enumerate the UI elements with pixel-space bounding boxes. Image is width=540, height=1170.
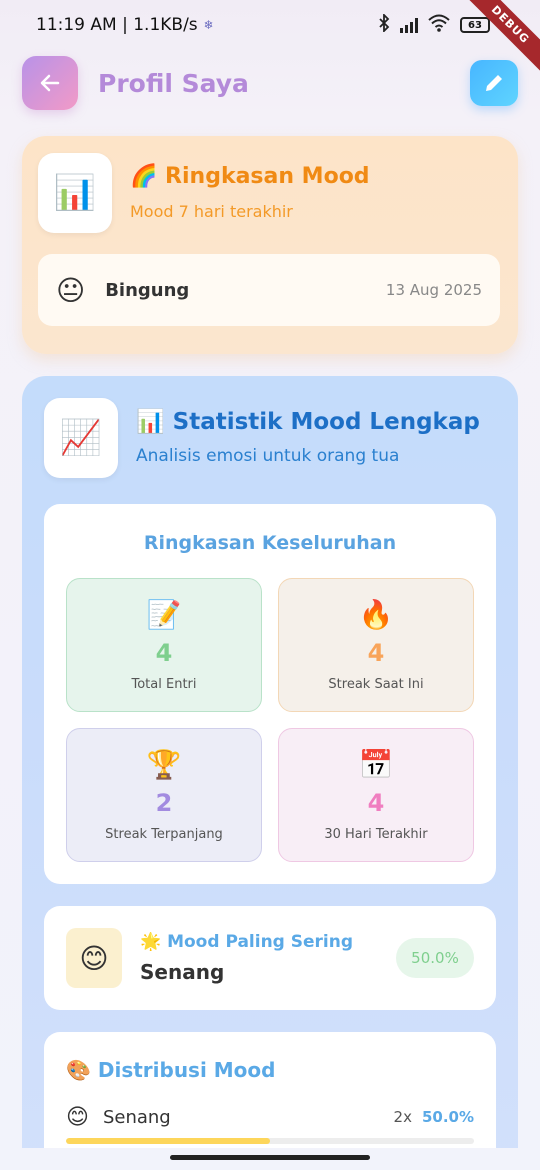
home-indicator[interactable]: [170, 1155, 370, 1160]
stat-label: Total Entri: [131, 677, 197, 692]
overall-summary-title: Ringkasan Keseluruhan: [143, 532, 397, 554]
back-button[interactable]: [22, 56, 78, 110]
calendar-icon: 📅: [358, 748, 394, 781]
stat-total-entries: 📝 4 Total Entri: [66, 578, 262, 712]
status-time: 11:19 AM | 1.1KB/s: [36, 15, 198, 35]
recent-mood-date: 13 Aug 2025: [385, 281, 482, 299]
stat-label: Streak Saat Ini: [328, 677, 424, 692]
stats-title: 📊 Statistik Mood Lengkap: [136, 409, 480, 435]
trend-chart-icon: 📈: [44, 398, 118, 478]
mood-summary-title: 🌈 Ringkasan Mood: [130, 164, 370, 189]
distribution-progress-fill: [66, 1138, 270, 1144]
stat-value: 4: [367, 789, 385, 817]
most-frequent-percent-badge: 50.0%: [396, 938, 474, 978]
status-bar: 11:19 AM | 1.1KB/s ❄ 63 DEBUG: [0, 0, 540, 76]
distribution-mood-name: Senang: [102, 1106, 171, 1128]
signal-icon: [400, 17, 418, 33]
wifi-icon: [428, 14, 450, 37]
bar-chart-icon: 📊: [38, 153, 112, 233]
smiling-face-icon: 😊: [66, 928, 122, 988]
app-header: Profil Saya: [0, 50, 540, 116]
stat-value: 4: [367, 639, 385, 667]
mood-summary-card: 📊 🌈 Ringkasan Mood Mood 7 hari terakhir …: [22, 136, 518, 354]
fire-icon: 🔥: [358, 598, 394, 631]
smiling-face-icon: 😊: [66, 1104, 89, 1130]
stats-subtitle: Analisis emosi untuk orang tua: [136, 446, 400, 466]
stat-value: 4: [155, 639, 173, 667]
arrow-left-icon: [40, 74, 60, 92]
stat-label: Streak Terpanjang: [105, 827, 223, 842]
stat-longest-streak: 🏆 2 Streak Terpanjang: [66, 728, 262, 862]
distribution-progress-bar: [66, 1138, 474, 1144]
bluetooth-icon: [378, 12, 390, 37]
mood-summary-subtitle: Mood 7 hari terakhir: [130, 202, 293, 221]
recent-mood-label: Bingung: [105, 279, 190, 301]
distribution-count: 2x: [393, 1108, 412, 1126]
snowflake-icon: ❄: [203, 18, 214, 32]
stat-current-streak: 🔥 4 Streak Saat Ini: [278, 578, 474, 712]
edit-profile-button[interactable]: [470, 60, 518, 106]
stat-value: 2: [155, 789, 173, 817]
distribution-row: 😊 Senang 2x 50.0%: [66, 1102, 474, 1132]
distribution-title: 🎨 Distribusi Mood: [66, 1058, 276, 1082]
stat-label: 30 Hari Terakhir: [324, 827, 428, 842]
most-frequent-mood: Senang: [140, 960, 225, 984]
distribution-percent: 50.0%: [421, 1108, 474, 1126]
overall-summary-panel: Ringkasan Keseluruhan 📝 4 Total Entri 🔥 …: [44, 504, 496, 884]
mood-stats-card: 📈 📊 Statistik Mood Lengkap Analisis emos…: [22, 376, 518, 1170]
trophy-icon: 🏆: [146, 748, 182, 781]
neutral-face-icon: 😐: [56, 273, 86, 307]
most-frequent-mood-panel: 😊 🌟 Mood Paling Sering Senang 50.0%: [44, 906, 496, 1010]
page-title: Profil Saya: [98, 68, 249, 98]
memo-icon: 📝: [146, 598, 182, 631]
battery-icon: 63: [460, 17, 490, 33]
pencil-icon: [486, 75, 502, 91]
stat-last-30-days: 📅 4 30 Hari Terakhir: [278, 728, 474, 862]
recent-mood-entry[interactable]: 😐 Bingung 13 Aug 2025: [38, 254, 500, 326]
most-frequent-title: 🌟 Mood Paling Sering: [140, 932, 354, 952]
